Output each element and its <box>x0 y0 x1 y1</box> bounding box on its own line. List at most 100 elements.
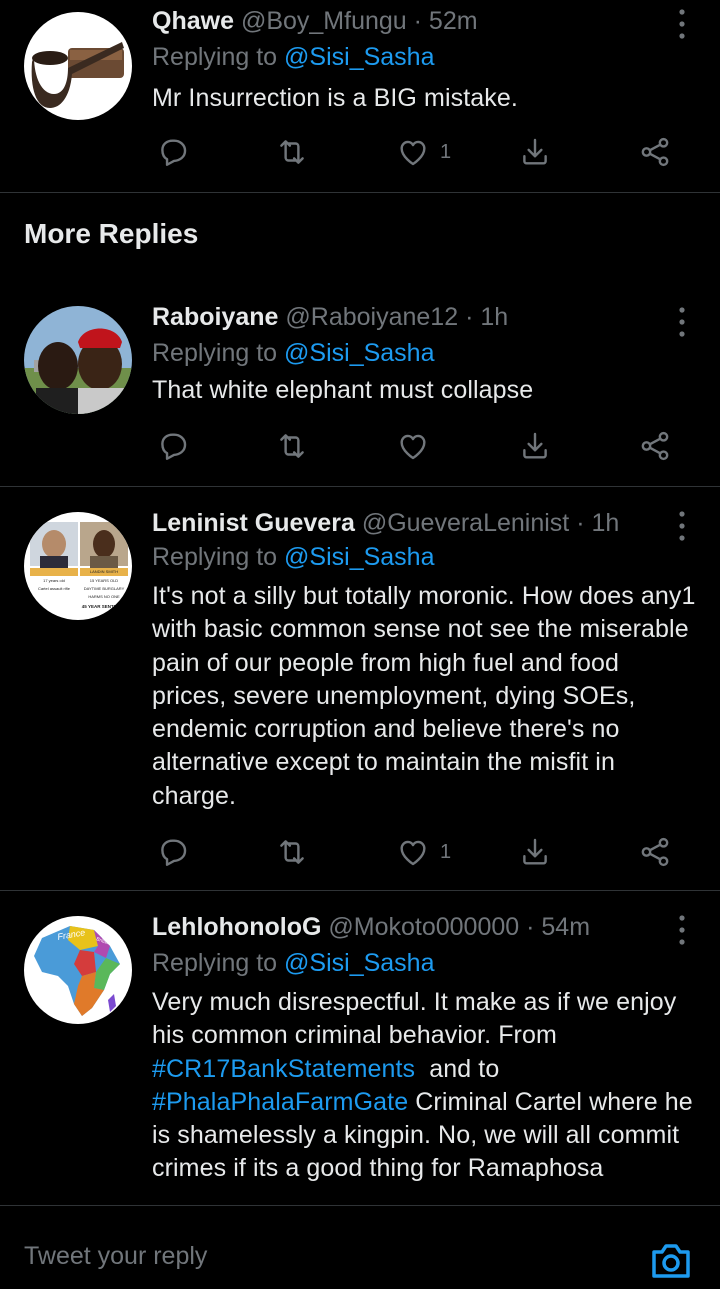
mention-link[interactable]: @Sisi_Sasha <box>284 949 434 977</box>
share-nodes-icon <box>638 135 672 169</box>
replying-to: Replying to @Sisi_Sasha <box>152 540 434 574</box>
like-count: 1 <box>440 140 452 163</box>
tweet-text: Mr Insurrection is a BIG mistake. <box>152 84 518 112</box>
author-name[interactable]: Qhawe <box>152 7 234 35</box>
share-via-button[interactable] <box>638 426 672 466</box>
author-handle[interactable]: @Boy_Mfungu <box>241 7 407 35</box>
share-button[interactable] <box>518 132 552 172</box>
author-handle[interactable]: @Mokoto000000 <box>328 913 519 941</box>
replying-to: Replying to @Sisi_Sasha <box>152 336 434 370</box>
avatar[interactable]: France Britain <box>24 916 132 1024</box>
like-button[interactable] <box>396 426 430 466</box>
camera-button[interactable] <box>646 1234 696 1284</box>
tweet[interactable]: Qhawe @Boy_Mfungu · 52m Replying to @Sis… <box>0 0 720 192</box>
replying-to-label: Replying to <box>152 339 285 367</box>
avatar-caption: HARMS NO ONE <box>88 594 120 599</box>
author-name[interactable]: LehlohonoloG <box>152 913 321 941</box>
tweet[interactable]: France Britain LehlohonoloG @Mokoto00000… <box>0 910 720 1204</box>
reply-button[interactable] <box>156 426 190 466</box>
tweet[interactable]: 17 years old 15 YEARS OLD LANDIN SMITH C… <box>0 504 720 890</box>
author-name[interactable]: Leninist Guevera <box>152 509 355 537</box>
more-vertical-icon <box>676 304 688 340</box>
avatar[interactable] <box>24 12 132 120</box>
like-button[interactable]: 1 <box>396 832 451 872</box>
like-button[interactable]: 1 <box>396 132 451 172</box>
tweet-text: It's not a silly but totally moronic. Ho… <box>152 582 696 810</box>
share-via-button[interactable] <box>638 832 672 872</box>
pipe-avatar-image <box>24 12 132 120</box>
divider <box>0 486 720 487</box>
share-button[interactable] <box>518 832 552 872</box>
share-button[interactable] <box>518 426 552 466</box>
mention-link[interactable]: @Sisi_Sasha <box>284 339 434 367</box>
avatar[interactable] <box>24 306 132 414</box>
avatar-caption: 17 years old <box>43 578 65 583</box>
share-nodes-icon <box>638 835 672 869</box>
share-icon <box>518 429 552 463</box>
avatar[interactable]: 17 years old 15 YEARS OLD LANDIN SMITH C… <box>24 512 132 620</box>
mention-link[interactable]: @Sisi_Sasha <box>284 43 434 71</box>
avatar-caption: LANDIN SMITH <box>90 569 118 574</box>
share-via-button[interactable] <box>638 132 672 172</box>
mention-link[interactable]: @Sisi_Sasha <box>284 543 434 571</box>
reply-composer[interactable]: Tweet your reply <box>0 1205 720 1278</box>
author-handle[interactable]: @Raboiyane12 <box>285 303 458 331</box>
retweet-icon <box>275 135 309 169</box>
action-bar: 1 <box>0 132 720 172</box>
retweet-button[interactable] <box>275 426 309 466</box>
tweet-text: That white elephant must collapse <box>152 376 534 404</box>
reply-input[interactable]: Tweet your reply <box>24 1242 207 1271</box>
divider <box>0 192 720 193</box>
replying-to: Replying to @Sisi_Sasha <box>152 40 434 74</box>
timestamp[interactable]: · 52m <box>414 7 478 35</box>
heart-icon <box>396 135 430 169</box>
avatar-caption: DAYTIME BURGLARY <box>84 586 125 591</box>
comparison-avatar-image: 17 years old 15 YEARS OLD LANDIN SMITH C… <box>24 512 132 620</box>
tweet[interactable]: Raboiyane @Raboiyane12 · 1h Replying to … <box>0 298 720 486</box>
share-nodes-icon <box>638 429 672 463</box>
like-count: 1 <box>440 840 452 863</box>
more-options-button[interactable] <box>676 6 688 42</box>
timestamp[interactable]: · 54m <box>526 913 590 941</box>
reply-button[interactable] <box>156 132 190 172</box>
tweet-text-segment: Very much disrespectful. It make as if w… <box>152 988 677 1050</box>
author-handle[interactable]: @GueveraLeninist <box>362 509 569 537</box>
retweet-icon <box>275 835 309 869</box>
reply-icon <box>156 429 190 463</box>
replying-to-label: Replying to <box>152 949 285 977</box>
tweet-text-segment: and to <box>415 1054 507 1083</box>
heart-icon <box>396 429 430 463</box>
africa-map-avatar-image: France Britain <box>24 916 132 1024</box>
author-name[interactable]: Raboiyane <box>152 303 278 331</box>
section-title: More Replies <box>24 218 199 249</box>
avatar-caption: 45 YEAR SENTENCE <box>82 604 126 609</box>
more-options-button[interactable] <box>676 304 688 340</box>
replying-to-label: Replying to <box>152 543 285 571</box>
action-bar: 1 <box>0 832 720 872</box>
share-icon <box>518 135 552 169</box>
more-options-button[interactable] <box>676 912 688 948</box>
retweet-button[interactable] <box>275 132 309 172</box>
replying-to-label: Replying to <box>152 43 285 71</box>
share-icon <box>518 835 552 869</box>
timestamp[interactable]: · 1h <box>576 509 619 537</box>
hashtag-link[interactable]: #PhalaPhalaFarmGate <box>152 1088 408 1116</box>
more-vertical-icon <box>676 508 688 544</box>
more-options-button[interactable] <box>676 508 688 544</box>
timestamp[interactable]: · 1h <box>465 303 508 331</box>
more-vertical-icon <box>676 912 688 948</box>
heart-icon <box>396 835 430 869</box>
reply-icon <box>156 135 190 169</box>
hashtag-link[interactable]: #CR17BankStatements <box>152 1055 415 1083</box>
avatar-caption: 15 YEARS OLD <box>90 578 118 583</box>
avatar-caption: Cartel assault rifle <box>38 586 71 591</box>
camera-icon <box>652 1244 690 1278</box>
reply-button[interactable] <box>156 832 190 872</box>
retweet-button[interactable] <box>275 832 309 872</box>
retweet-icon <box>275 429 309 463</box>
reply-icon <box>156 835 190 869</box>
action-bar <box>0 426 720 466</box>
more-vertical-icon <box>676 6 688 42</box>
divider <box>0 890 720 891</box>
tweet-text: Very much disrespectful. It make as if w… <box>152 986 700 1186</box>
